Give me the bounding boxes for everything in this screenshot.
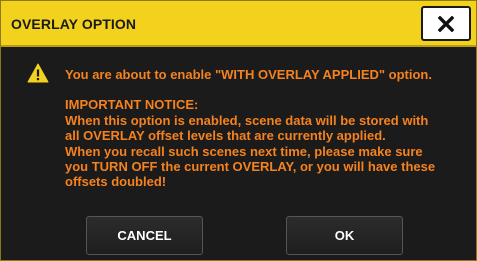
notice-line: offsets doubled! [65,174,167,190]
dialog-title-bar: OVERLAY OPTION [1,1,476,47]
notice-line: you TURN OFF the current OVERLAY, or you… [65,159,436,175]
warning-triangle-icon [27,63,49,83]
notice-line: When this option is enabled, scene data … [65,112,429,128]
dialog-title: OVERLAY OPTION [11,16,137,32]
message-intro: You are about to enable "WITH OVERLAY AP… [65,67,432,82]
dialog-message: You are about to enable "WITH OVERLAY AP… [65,67,470,190]
cancel-button[interactable]: CANCEL [86,216,203,255]
notice-line: When you recall such scenes next time, p… [65,143,423,159]
close-button[interactable] [421,6,471,41]
notice-heading: IMPORTANT NOTICE: [65,97,199,113]
ok-button[interactable]: OK [286,216,403,255]
close-x-icon [438,15,454,32]
overlay-option-dialog: OVERLAY OPTION You are about to enable "… [0,0,477,261]
notice-line: all OVERLAY offset levels that are curre… [65,128,386,144]
